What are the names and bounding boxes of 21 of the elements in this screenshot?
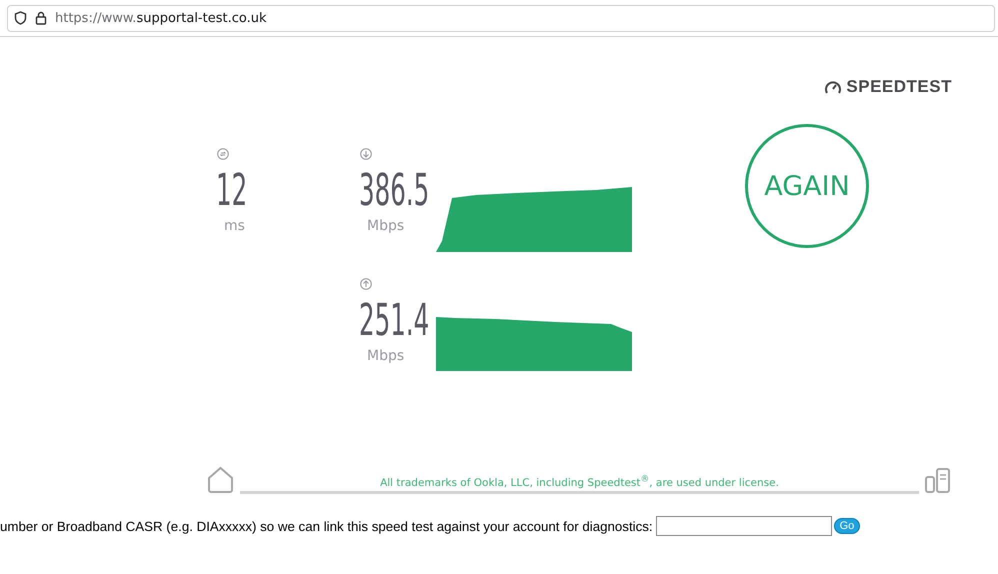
account-prompt: umber or Broadband CASR (e.g. DIAxxxxx) so we can link this speed test against your account for diagnostics: [0, 518, 653, 534]
again-button[interactable]: AGAIN [745, 124, 869, 248]
devices-icon[interactable] [925, 468, 951, 494]
go-button[interactable]: Go [834, 518, 860, 534]
url-text: https://www.supportal-test.co.uk [55, 10, 266, 26]
download-icon [360, 148, 372, 160]
speed-value: 386.5 [359, 168, 430, 214]
ping-icon [217, 148, 229, 160]
unit-label: Mbps [367, 218, 406, 234]
unit-label: Mbps [367, 348, 406, 364]
address-bar[interactable]: https://www.supportal-test.co.uk [7, 4, 995, 32]
home-icon[interactable] [207, 466, 234, 494]
upload-icon [360, 278, 372, 290]
speed-value: 12 [216, 168, 248, 214]
lock-icon [35, 11, 47, 25]
speedtest-logo: SPEEDTEST [824, 75, 952, 99]
account-input[interactable] [656, 516, 832, 536]
speed-value: 251.4 [359, 298, 430, 344]
unit-label: ms [224, 218, 246, 234]
trademark-notice: All trademarks of Ookla, LLC, including Speedtest$^{®}$, are used under license. [380, 477, 779, 489]
shield-icon [14, 11, 27, 25]
